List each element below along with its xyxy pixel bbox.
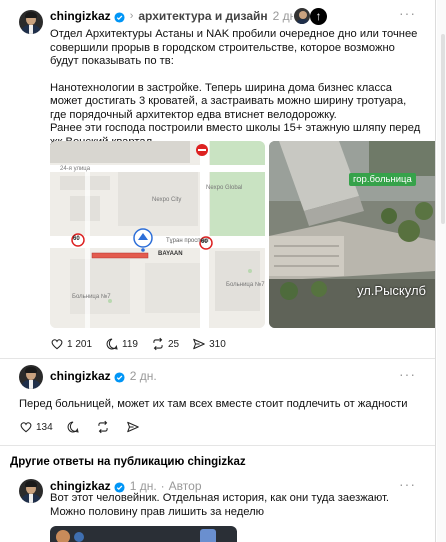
post-actions: 1 201 119 25 310 — [50, 337, 239, 351]
comment-icon — [106, 338, 118, 350]
speed-limit-label: 60 — [73, 236, 80, 242]
render-label: гор.больница — [349, 173, 416, 186]
post-header: chingizkaz › архитектура и дизайн 2 дн. — [50, 6, 300, 26]
other-reply-text: Вот этот человейник. Отдельная история, … — [50, 492, 390, 518]
divider — [0, 358, 435, 359]
repost-button[interactable] — [96, 420, 113, 434]
share-button[interactable] — [126, 420, 143, 434]
chevron-right-icon: › — [129, 10, 134, 22]
heart-icon — [20, 422, 32, 433]
render-illustration — [269, 141, 435, 328]
other-reply-image[interactable] — [50, 526, 237, 542]
floating-avatar[interactable] — [293, 7, 311, 25]
other-replies-title: Другие ответы на публикацию chingizkaz — [10, 456, 246, 468]
more-dots-icon[interactable]: ··· — [399, 366, 416, 382]
share-count: 310 — [209, 338, 226, 350]
map-label: Больница №7 — [226, 282, 265, 288]
verified-badge-icon — [114, 371, 125, 383]
post-username[interactable]: chingizkaz — [50, 9, 111, 23]
comment-count: 119 — [122, 338, 138, 350]
avatar[interactable] — [19, 479, 43, 503]
map-image[interactable]: 24-я улица Nexpo City Nexpo Global Тұран… — [50, 141, 265, 328]
reply-header: chingizkaz 2 дн. — [50, 366, 157, 386]
map-label: Nexpo Global — [206, 185, 243, 191]
like-count: 134 — [36, 421, 53, 433]
avatar[interactable] — [19, 365, 43, 389]
separator-dot: · — [160, 479, 165, 493]
author-badge: Автор — [168, 479, 202, 493]
map-label: 24-я улица — [60, 166, 91, 172]
post-topic[interactable]: архитектура и дизайн — [138, 9, 267, 23]
more-dots-icon[interactable]: ··· — [399, 476, 416, 492]
like-button[interactable]: 1 201 — [50, 337, 92, 351]
more-dots-icon[interactable]: ··· — [399, 5, 416, 21]
repost-button[interactable]: 25 — [151, 337, 179, 351]
heart-icon — [51, 339, 63, 350]
post-paragraph: Отдел Архитектуры Астаны и NAK пробили о… — [50, 28, 418, 67]
repost-icon — [98, 420, 108, 434]
post-paragraph: Нанотехнологии в застройке. Теперь ширин… — [50, 81, 407, 121]
repost-count: 25 — [167, 338, 180, 350]
divider — [0, 445, 435, 446]
avatar[interactable] — [19, 10, 43, 34]
post-body: Отдел Архитектуры Астаны и NAK пробили о… — [50, 28, 422, 149]
scrollbar[interactable] — [437, 0, 446, 542]
share-button[interactable]: 310 — [192, 337, 226, 351]
render-label: ул.Рыскулб — [357, 283, 427, 298]
reply-actions: 134 — [19, 420, 156, 434]
share-icon — [193, 338, 205, 350]
map-label: BAYAAN — [158, 251, 183, 257]
render-image[interactable]: гор.больница ул.Рыскулб — [269, 141, 435, 328]
comment-button[interactable]: 119 — [105, 337, 138, 351]
like-count: 1 201 — [67, 338, 93, 350]
verified-badge-icon — [114, 11, 125, 23]
verified-badge-icon — [114, 481, 125, 493]
reply-username[interactable]: chingizkaz — [50, 369, 111, 383]
map-label: Nexpo City — [152, 197, 182, 203]
scroll-up-button[interactable]: ↑ — [310, 8, 327, 25]
reply-text: Перед больницей, может их там всех вмест… — [19, 398, 408, 410]
scrollbar-thumb[interactable] — [441, 34, 445, 224]
reply-time[interactable]: 2 дн. — [130, 369, 157, 383]
other-reply-time[interactable]: 1 дн. — [130, 479, 157, 493]
comment-icon — [67, 421, 79, 433]
map-label: Больница №7 — [72, 294, 111, 300]
other-reply-username[interactable]: chingizkaz — [50, 479, 111, 493]
comment-button[interactable] — [66, 420, 83, 434]
repost-icon — [153, 337, 163, 351]
speed-limit-label: 60 — [201, 239, 208, 245]
like-button[interactable]: 134 — [19, 420, 53, 434]
share-icon — [126, 421, 139, 433]
thread-panel: chingizkaz › архитектура и дизайн 2 дн. … — [0, 0, 436, 542]
